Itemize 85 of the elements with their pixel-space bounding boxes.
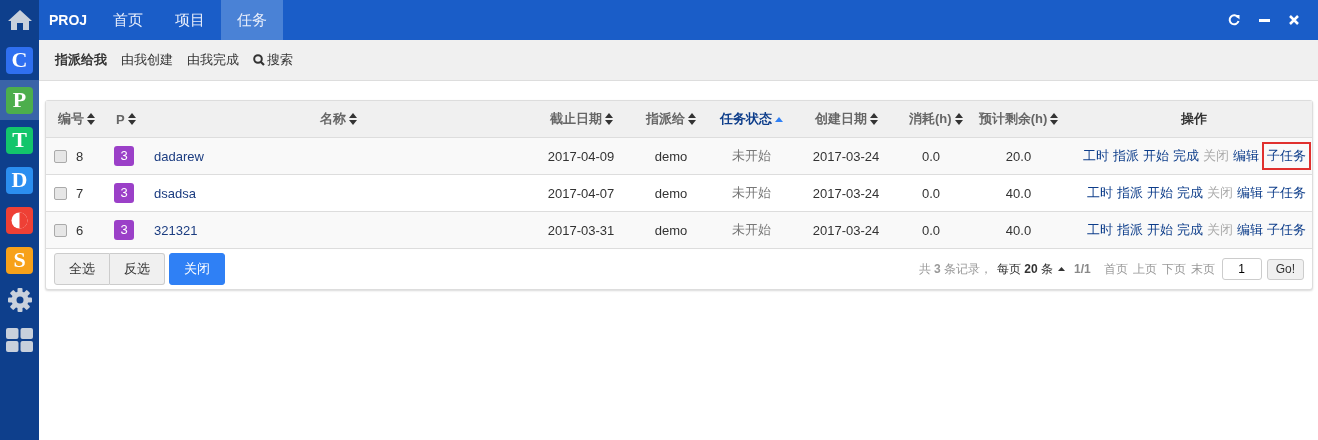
action-link[interactable]: 完成	[1177, 184, 1203, 202]
task-id: 8	[76, 148, 84, 164]
action-link[interactable]: 子任务	[1267, 221, 1306, 239]
minimize-icon[interactable]	[1258, 18, 1270, 22]
action-link[interactable]: 指派	[1117, 184, 1143, 202]
row-checkbox[interactable]	[54, 223, 67, 237]
table-cell: demo	[654, 222, 688, 238]
table-cell: 0.0	[921, 222, 941, 238]
nav-tab[interactable]: 项目	[159, 0, 222, 40]
action-link[interactable]: 编辑	[1237, 221, 1263, 239]
action-link[interactable]: 工时	[1083, 147, 1109, 165]
action-link[interactable]: 工时	[1087, 184, 1113, 202]
action-link[interactable]: 完成	[1177, 221, 1203, 239]
table-cell: 20.0	[1005, 148, 1032, 164]
sort-ascending-icon[interactable]	[774, 116, 783, 122]
table-cell: 未开始	[731, 222, 771, 237]
grid-icon[interactable]	[6, 328, 33, 352]
action-link[interactable]: 编辑	[1237, 184, 1263, 202]
sort-icon[interactable]	[1050, 113, 1059, 125]
table-cell: 0.0	[921, 148, 941, 164]
record-count: 共 3 条记录，	[918, 260, 992, 278]
refresh-icon[interactable]	[1228, 14, 1240, 26]
action-link[interactable]: 开始	[1143, 147, 1169, 165]
home-icon[interactable]	[6, 9, 33, 31]
action-link[interactable]: 工时	[1087, 221, 1113, 239]
page-input[interactable]: 1	[1221, 258, 1262, 280]
task-name-link[interactable]: dsadsa	[154, 185, 196, 201]
priority-badge: 3	[114, 183, 134, 203]
table-cell: 2017-04-07	[547, 185, 615, 201]
sort-icon[interactable]	[604, 113, 613, 125]
page-size-selector[interactable]: 每页 20 条	[996, 260, 1053, 278]
sort-icon[interactable]	[87, 113, 95, 125]
action-link[interactable]: 开始	[1147, 184, 1173, 202]
sort-icon[interactable]	[954, 113, 963, 125]
column-header[interactable]: 名称	[320, 110, 346, 128]
sort-icon[interactable]	[869, 113, 878, 125]
action-link[interactable]: 指派	[1113, 147, 1139, 165]
column-header: 操作	[1181, 110, 1207, 128]
table-cell: 40.0	[1005, 222, 1032, 238]
nav-tab[interactable]: 首页	[97, 0, 160, 40]
caret-icon[interactable]	[1057, 267, 1065, 271]
action-link[interactable]: 指派	[1117, 221, 1143, 239]
task-name-link[interactable]: 321321	[154, 222, 198, 238]
table-cell: 2017-03-24	[812, 185, 880, 201]
table-cell: 2017-03-24	[812, 222, 880, 238]
column-header[interactable]: P	[116, 111, 125, 127]
go-button[interactable]: Go!	[1266, 258, 1304, 280]
close-icon[interactable]	[1289, 15, 1299, 25]
table-cell: 未开始	[731, 148, 771, 163]
table-cell: 未开始	[731, 185, 771, 200]
action-link[interactable]: 子任务	[1267, 184, 1306, 202]
task-id: 6	[76, 222, 84, 238]
filter-tab[interactable]: 由我创建	[121, 51, 173, 69]
priority-badge: 3	[114, 146, 134, 166]
filter-tab[interactable]: 指派给我	[55, 51, 107, 69]
filter-tab[interactable]: 由我完成	[187, 51, 239, 69]
search-link[interactable]: 搜索	[267, 51, 293, 69]
table-cell: 2017-04-09	[547, 148, 615, 164]
page-indicator: 1/1	[1073, 262, 1091, 276]
sidebar-item[interactable]: C	[0, 40, 39, 80]
action-link[interactable]: 开始	[1147, 221, 1173, 239]
action-link[interactable]: 完成	[1173, 147, 1199, 165]
sort-icon[interactable]	[688, 113, 696, 125]
table-cell: demo	[654, 185, 688, 201]
table-cell: 40.0	[1005, 185, 1032, 201]
select-button[interactable]: 全选	[54, 253, 110, 285]
close-tasks-button[interactable]: 关闭	[169, 253, 225, 285]
select-button[interactable]: 反选	[110, 253, 165, 285]
task-name-link[interactable]: dadarew	[154, 148, 204, 164]
table-cell: 0.0	[921, 185, 941, 201]
app-tile[interactable]: C	[6, 46, 33, 74]
table-cell: demo	[654, 148, 688, 164]
table-cell: 2017-03-24	[812, 148, 880, 164]
sort-icon[interactable]	[127, 113, 136, 125]
row-checkbox[interactable]	[54, 149, 67, 163]
sort-icon[interactable]	[349, 113, 357, 125]
search-icon[interactable]	[253, 54, 265, 66]
app-brand: PROJ	[48, 11, 89, 30]
settings-icon[interactable]	[6, 287, 33, 313]
task-id: 7	[76, 185, 84, 201]
action-link[interactable]: 子任务	[1262, 142, 1311, 170]
table-cell: 2017-03-31	[547, 222, 615, 238]
action-link[interactable]: 编辑	[1233, 147, 1259, 165]
priority-badge: 3	[114, 220, 134, 240]
row-checkbox[interactable]	[54, 186, 67, 200]
